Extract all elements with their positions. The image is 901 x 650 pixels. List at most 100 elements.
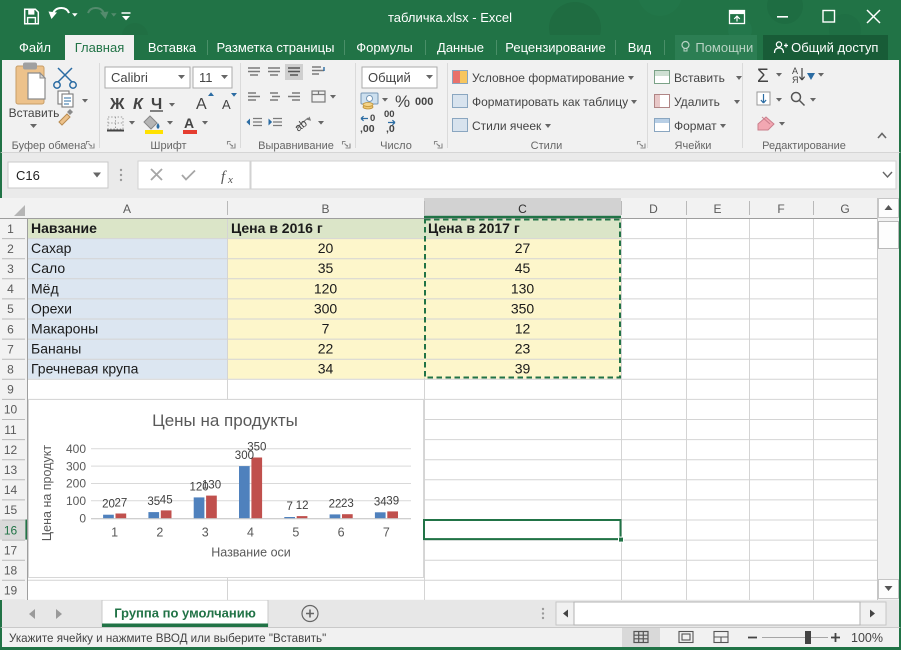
svg-text:35: 35 xyxy=(147,496,160,508)
svg-text:6: 6 xyxy=(338,526,345,540)
svg-text:Я: Я xyxy=(792,75,799,85)
svg-text:Цена в 2016 г: Цена в 2016 г xyxy=(231,220,323,236)
svg-text:20: 20 xyxy=(318,240,334,256)
svg-text:Гречневая крупа: Гречневая крупа xyxy=(31,361,139,377)
svg-text:Макароны: Макароны xyxy=(31,321,98,337)
svg-text:Орехи: Орехи xyxy=(31,300,72,316)
svg-text:Сахар: Сахар xyxy=(31,240,72,256)
svg-text:000: 000 xyxy=(415,96,433,108)
svg-text:7: 7 xyxy=(383,526,390,540)
svg-text:400: 400 xyxy=(66,442,86,456)
svg-text:14: 14 xyxy=(4,483,18,497)
svg-text:9: 9 xyxy=(7,383,14,397)
svg-text:3: 3 xyxy=(7,262,14,276)
svg-text:7: 7 xyxy=(286,501,292,513)
svg-text:27: 27 xyxy=(115,498,128,510)
svg-text:Общий: Общий xyxy=(368,70,411,85)
svg-text:Ж: Ж xyxy=(109,96,125,113)
svg-text:C16: C16 xyxy=(16,168,40,183)
svg-text:130: 130 xyxy=(511,280,535,296)
svg-text:200: 200 xyxy=(66,477,86,491)
svg-text:Группа по умолчанию: Группа по умолчанию xyxy=(114,606,256,621)
svg-text:7: 7 xyxy=(7,342,14,356)
svg-text:18: 18 xyxy=(4,564,18,578)
svg-text:,0: ,0 xyxy=(386,123,395,135)
svg-text:45: 45 xyxy=(160,494,173,506)
svg-text:К: К xyxy=(133,96,144,113)
svg-text:12: 12 xyxy=(515,321,531,337)
svg-text:350: 350 xyxy=(511,300,535,316)
svg-text:13: 13 xyxy=(4,463,18,477)
svg-text:А: А xyxy=(184,115,194,131)
svg-text:20: 20 xyxy=(102,499,115,511)
svg-text:Мёд: Мёд xyxy=(31,280,59,296)
svg-text:%: % xyxy=(395,92,410,111)
svg-text:23: 23 xyxy=(515,341,531,357)
svg-text:x: x xyxy=(227,174,233,186)
svg-text:1: 1 xyxy=(7,222,14,236)
svg-text:22: 22 xyxy=(318,341,334,357)
svg-text:4: 4 xyxy=(247,526,254,540)
svg-text:А: А xyxy=(222,97,231,112)
svg-text:34: 34 xyxy=(374,496,387,508)
svg-text:1: 1 xyxy=(111,526,118,540)
svg-text:300: 300 xyxy=(66,459,86,473)
svg-text:B: B xyxy=(321,202,329,216)
svg-text:7: 7 xyxy=(322,321,330,337)
svg-text:C: C xyxy=(518,202,527,216)
svg-text:23: 23 xyxy=(341,498,354,510)
svg-text:,00: ,00 xyxy=(360,123,375,135)
svg-text:2: 2 xyxy=(7,242,14,256)
svg-text:11: 11 xyxy=(4,423,17,437)
svg-text:табличка.xlsx - Excel: табличка.xlsx - Excel xyxy=(388,10,512,25)
svg-text:A: A xyxy=(123,202,131,216)
svg-text:D: D xyxy=(649,202,658,216)
svg-text:19: 19 xyxy=(4,584,18,598)
svg-text:Бананы: Бананы xyxy=(31,341,81,357)
svg-text:130: 130 xyxy=(202,480,221,492)
svg-text:34: 34 xyxy=(318,361,334,377)
svg-text:12: 12 xyxy=(4,443,18,457)
svg-text:17: 17 xyxy=(4,543,18,557)
svg-text:E: E xyxy=(713,202,721,216)
svg-text:Calibri: Calibri xyxy=(111,70,148,85)
svg-text:11: 11 xyxy=(199,70,213,85)
svg-text:Название оси: Название оси xyxy=(211,546,291,560)
svg-text:5: 5 xyxy=(7,302,14,316)
svg-text:Сало: Сало xyxy=(31,260,65,276)
svg-text:22: 22 xyxy=(329,498,342,510)
svg-text:А: А xyxy=(196,96,207,113)
svg-text:2: 2 xyxy=(156,526,163,540)
svg-text:120: 120 xyxy=(314,280,338,296)
svg-text:Цена на продукт: Цена на продукт xyxy=(40,445,54,541)
svg-text:Навзание: Навзание xyxy=(31,220,97,236)
svg-text:100%: 100% xyxy=(851,631,883,645)
svg-text:27: 27 xyxy=(515,240,531,256)
svg-text:5: 5 xyxy=(292,526,299,540)
svg-text:12: 12 xyxy=(296,500,309,512)
svg-text:F: F xyxy=(777,202,784,216)
svg-text:10: 10 xyxy=(4,403,18,417)
svg-text:4: 4 xyxy=(7,282,14,296)
svg-text:100: 100 xyxy=(66,494,86,508)
svg-text:0: 0 xyxy=(370,113,375,124)
svg-text:8: 8 xyxy=(7,363,14,377)
svg-text:39: 39 xyxy=(386,495,399,507)
svg-text:6: 6 xyxy=(7,322,14,336)
svg-text:45: 45 xyxy=(515,260,531,276)
svg-text:Цены на продукты: Цены на продукты xyxy=(152,411,298,430)
svg-text:00: 00 xyxy=(384,109,395,120)
svg-text:0: 0 xyxy=(79,511,86,525)
svg-text:16: 16 xyxy=(4,523,18,537)
svg-text:15: 15 xyxy=(4,503,18,517)
svg-text:ab: ab xyxy=(293,117,310,134)
svg-text:Укажите ячейку и нажмите ВВОД: Укажите ячейку и нажмите ВВОД или выбери… xyxy=(9,632,326,645)
svg-text:350: 350 xyxy=(247,442,266,454)
svg-text:Σ: Σ xyxy=(757,66,769,87)
svg-text:300: 300 xyxy=(314,300,338,316)
svg-text:Цена в 2017 г: Цена в 2017 г xyxy=(428,220,520,236)
svg-text:G: G xyxy=(840,202,849,216)
svg-text:3: 3 xyxy=(202,526,209,540)
svg-text:39: 39 xyxy=(515,361,531,377)
svg-text:35: 35 xyxy=(318,260,334,276)
